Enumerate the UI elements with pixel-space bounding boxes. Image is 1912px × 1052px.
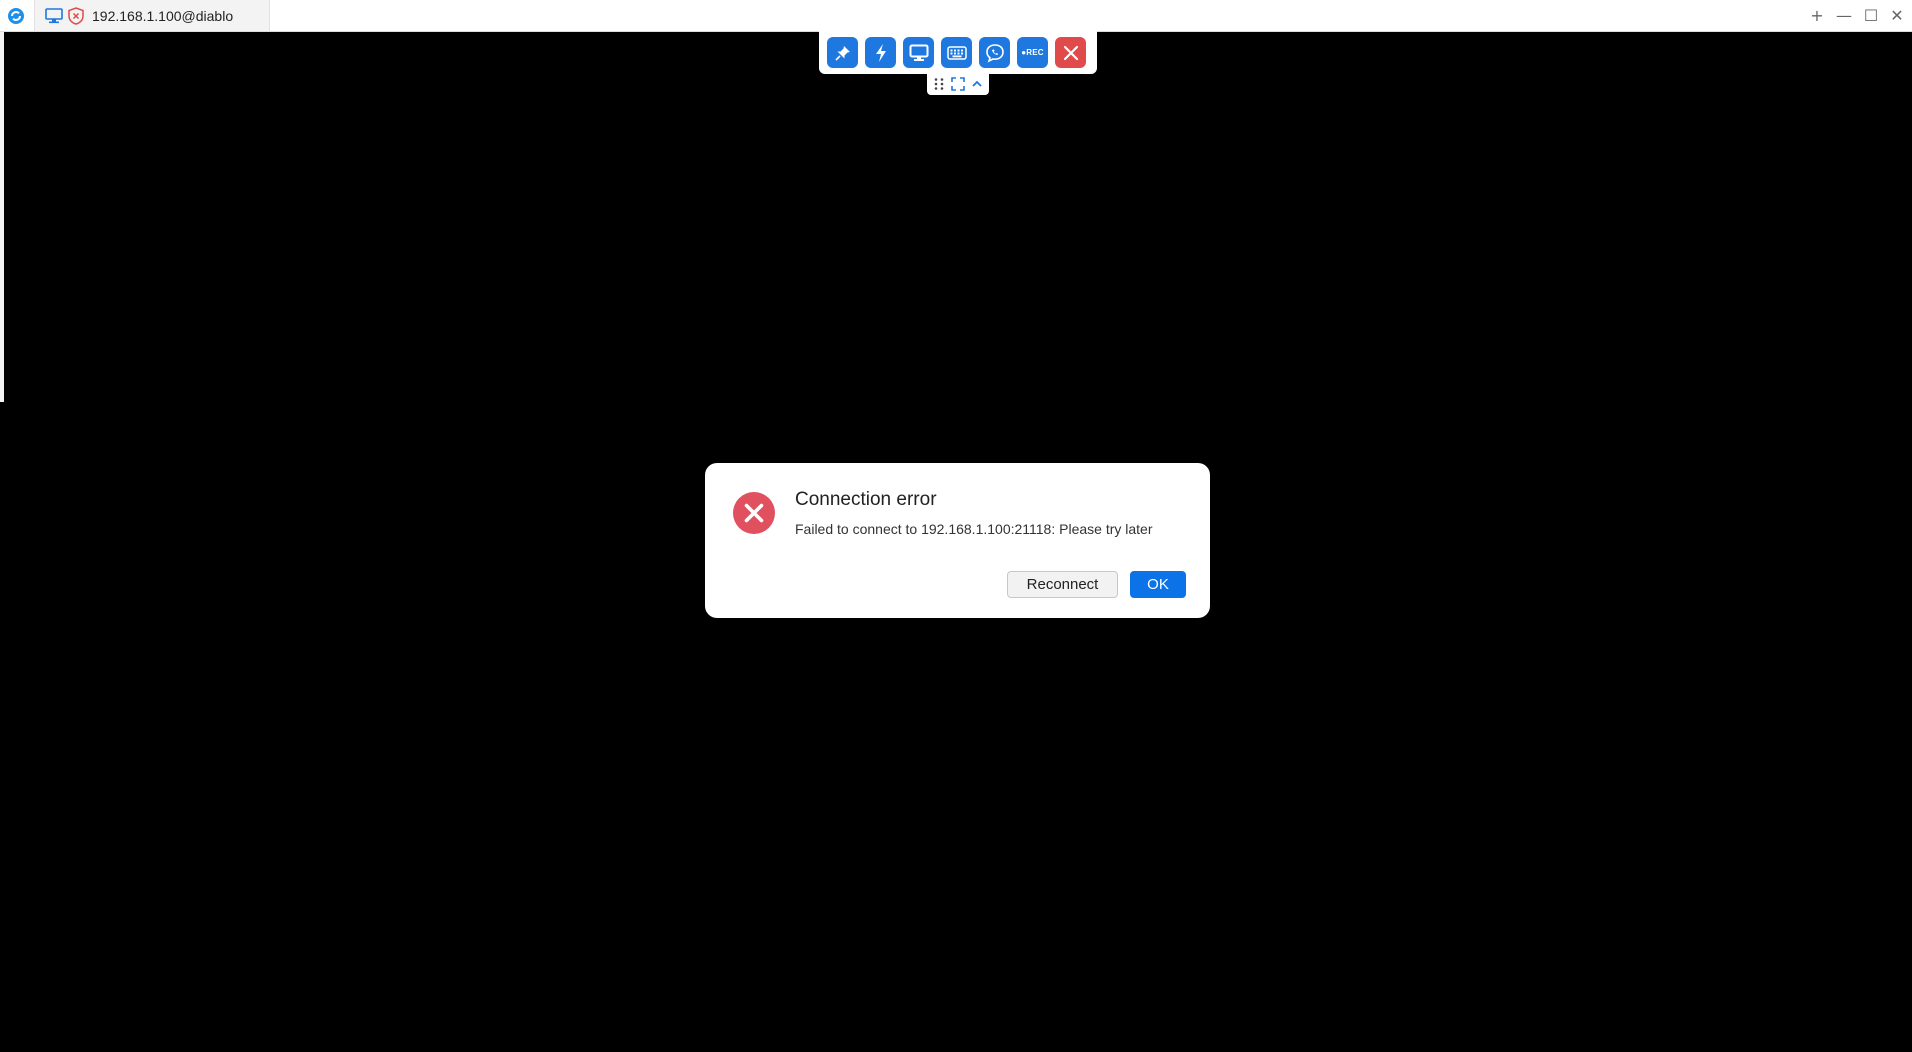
record-icon: ●REC [1021, 48, 1044, 57]
monitor-icon [45, 8, 63, 24]
connection-error-dialog: Connection error Failed to connect to 19… [705, 463, 1210, 618]
keyboard-button[interactable] [941, 37, 972, 68]
monitor-icon [909, 44, 928, 61]
close-session-button[interactable] [1055, 37, 1086, 68]
error-icon [733, 492, 775, 534]
keyboard-icon [946, 45, 967, 60]
close-window-button[interactable]: ✕ [1888, 7, 1906, 25]
actions-button[interactable] [865, 37, 896, 68]
fullscreen-icon[interactable] [951, 77, 965, 91]
shield-error-icon [68, 7, 84, 25]
drag-handle-icon[interactable] [932, 77, 946, 91]
ok-button[interactable]: OK [1130, 571, 1186, 598]
pin-button[interactable] [827, 37, 858, 68]
background-window-edge [0, 32, 4, 402]
maximize-button[interactable]: ☐ [1862, 7, 1880, 25]
reconnect-button[interactable]: Reconnect [1007, 571, 1118, 598]
dialog-message: Failed to connect to 192.168.1.100:21118… [795, 521, 1153, 537]
toolbar-handle-bar [927, 73, 989, 95]
remote-session-window: 192.168.1.100@diablo + — ☐ ✕ ●REC Connec… [0, 0, 1912, 1052]
new-tab-button[interactable]: + [1808, 7, 1826, 25]
tab-title: 192.168.1.100@diablo [92, 8, 234, 24]
remote-toolbar: ●REC [819, 31, 1097, 74]
lightning-icon [875, 43, 886, 62]
app-logo-icon [8, 8, 24, 24]
display-button[interactable] [903, 37, 934, 68]
dialog-title: Connection error [795, 489, 937, 510]
title-bar: 192.168.1.100@diablo + — ☐ ✕ [0, 0, 1912, 32]
chat-icon [985, 43, 1004, 63]
chat-button[interactable] [979, 37, 1010, 68]
collapse-chevron-icon[interactable] [970, 77, 984, 91]
session-tab[interactable]: 192.168.1.100@diablo [34, 0, 270, 31]
close-icon [1063, 45, 1078, 60]
minimize-button[interactable]: — [1835, 7, 1853, 25]
record-button[interactable]: ●REC [1017, 37, 1048, 68]
pin-icon [834, 45, 850, 61]
